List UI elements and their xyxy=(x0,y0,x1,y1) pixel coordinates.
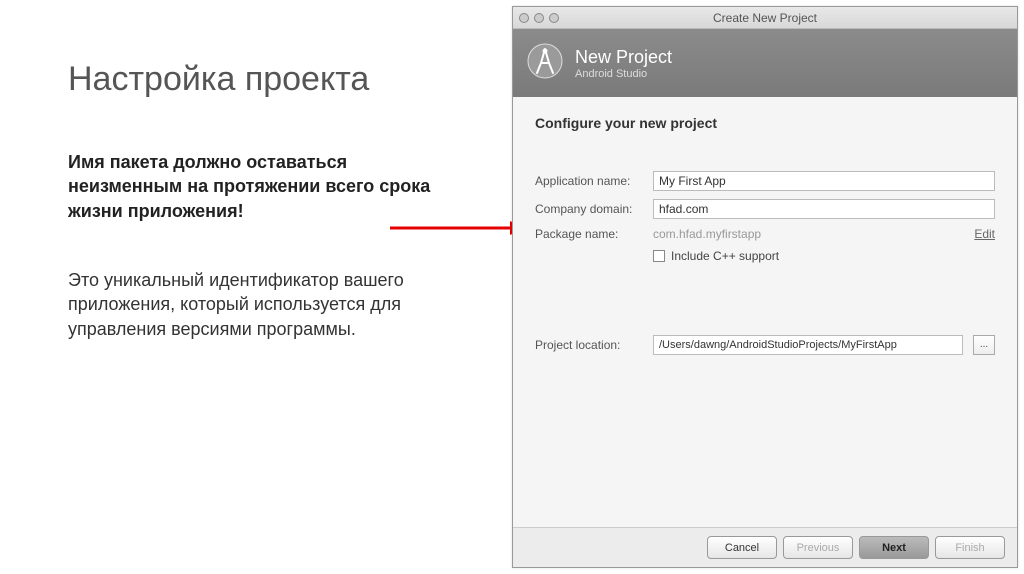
titlebar: Create New Project xyxy=(513,7,1017,29)
slide-paragraph: Это уникальный идентификатор вашего прил… xyxy=(68,268,468,341)
android-studio-icon xyxy=(527,43,563,84)
zoom-icon[interactable] xyxy=(549,13,559,23)
next-button[interactable]: Next xyxy=(859,536,929,559)
slide-bold-text: Имя пакета должно оставаться неизменным … xyxy=(68,150,448,223)
cpp-label: Include C++ support xyxy=(671,249,779,263)
slide-title: Настройка проекта xyxy=(68,60,369,99)
package-name-label: Package name: xyxy=(535,227,643,241)
cancel-button[interactable]: Cancel xyxy=(707,536,777,559)
header-subtitle: Android Studio xyxy=(575,68,672,80)
header-title: New Project xyxy=(575,47,672,68)
project-location-label: Project location: xyxy=(535,338,643,352)
minimize-icon[interactable] xyxy=(534,13,544,23)
edit-link[interactable]: Edit xyxy=(974,227,995,241)
company-domain-label: Company domain: xyxy=(535,202,643,216)
dialog-header: New Project Android Studio xyxy=(513,29,1017,97)
company-domain-input[interactable] xyxy=(653,199,995,219)
package-name-value: com.hfad.myfirstapp xyxy=(653,227,964,241)
dialog-footer: Cancel Previous Next Finish xyxy=(513,527,1017,567)
app-name-label: Application name: xyxy=(535,174,643,188)
browse-button[interactable]: ... xyxy=(973,335,995,355)
finish-button[interactable]: Finish xyxy=(935,536,1005,559)
app-name-input[interactable] xyxy=(653,171,995,191)
dialog-content: Configure your new project Application n… xyxy=(513,97,1017,527)
cpp-checkbox[interactable] xyxy=(653,250,665,262)
window-title: Create New Project xyxy=(713,11,817,25)
previous-button[interactable]: Previous xyxy=(783,536,853,559)
section-title: Configure your new project xyxy=(535,115,995,131)
close-icon[interactable] xyxy=(519,13,529,23)
project-location-input[interactable] xyxy=(653,335,963,355)
create-project-dialog: Create New Project New Project Android S… xyxy=(512,6,1018,568)
pointer-arrow xyxy=(390,218,525,238)
